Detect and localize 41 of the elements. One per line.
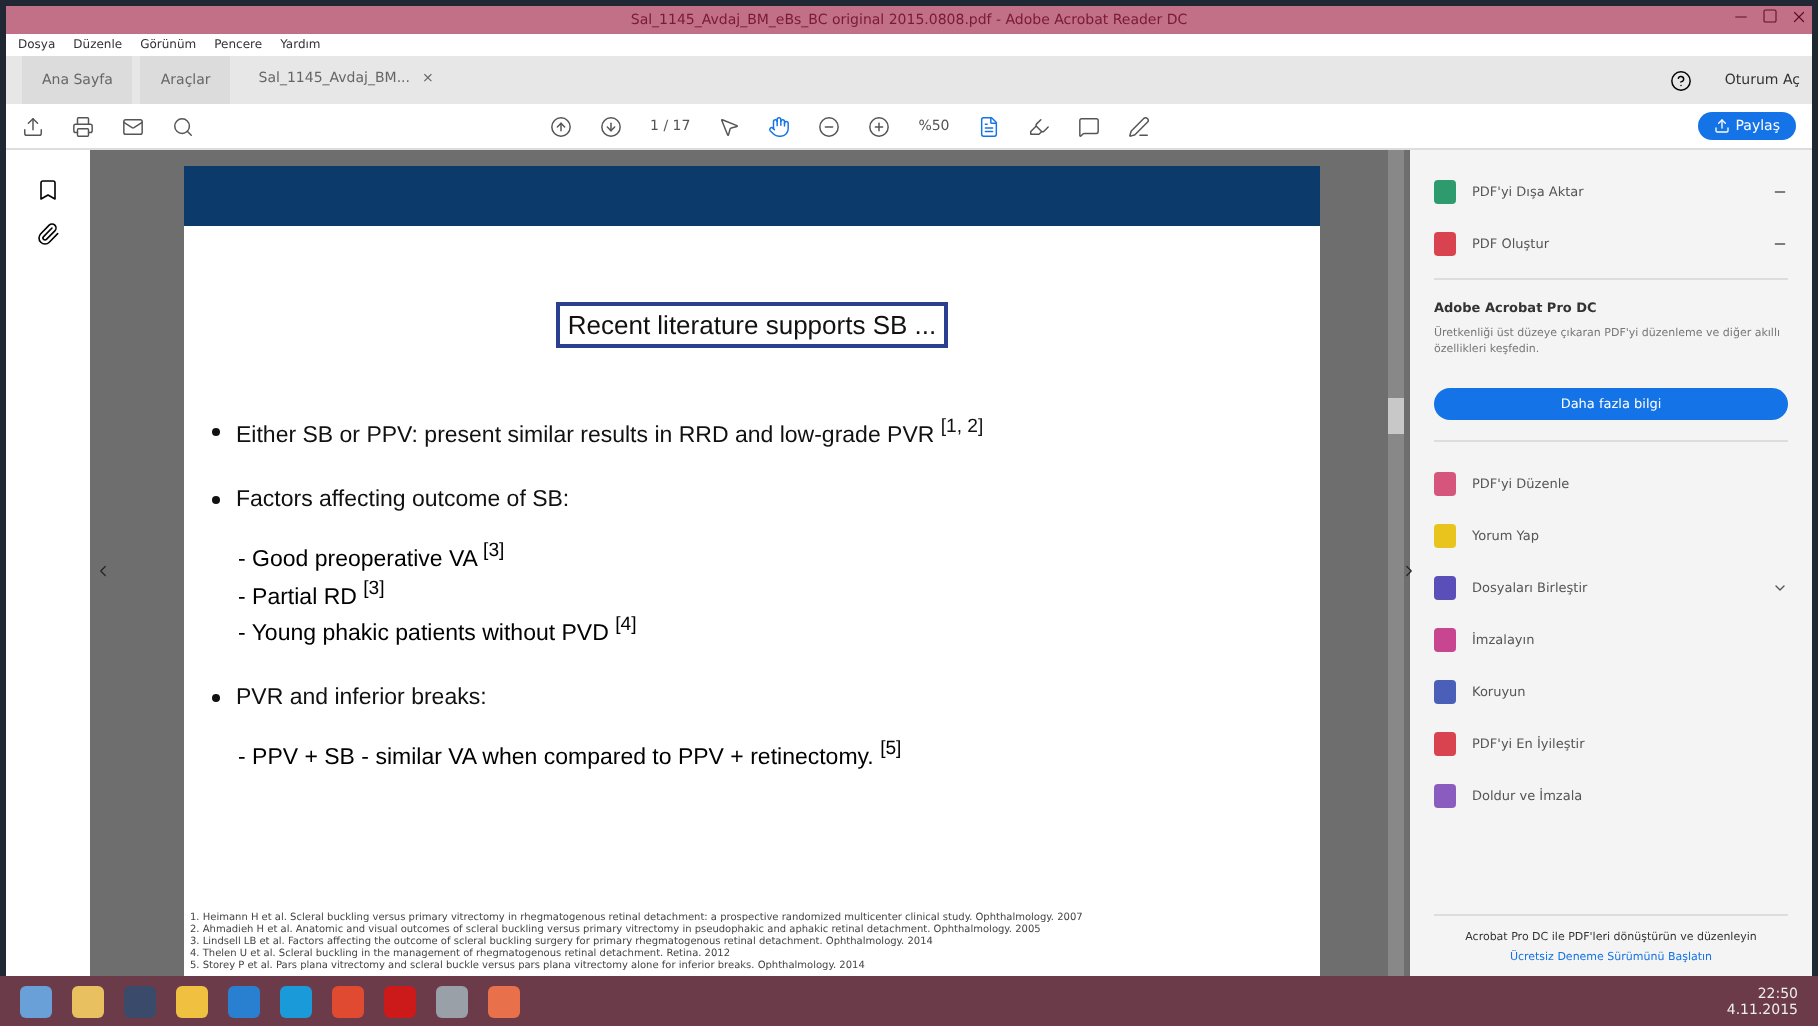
pen-icon[interactable] xyxy=(1127,115,1150,137)
next-page-icon[interactable] xyxy=(600,115,622,137)
comment-icon[interactable] xyxy=(1077,115,1100,137)
zoom-in-icon[interactable] xyxy=(868,115,891,137)
bullet-dot xyxy=(212,495,220,504)
chevron-icon[interactable] xyxy=(1772,580,1788,596)
pointer-icon[interactable] xyxy=(718,115,741,137)
hand-icon[interactable] xyxy=(768,115,791,137)
upload-icon[interactable] xyxy=(22,115,44,137)
sub-bullet-text: - Partial RD $^{[3]}$ xyxy=(236,577,387,609)
help-icon[interactable] xyxy=(1670,69,1693,91)
mail-icon[interactable] xyxy=(122,115,144,137)
attachment-icon[interactable] xyxy=(36,222,60,246)
bullet-dot xyxy=(212,427,220,436)
search-icon[interactable] xyxy=(172,115,194,137)
highlight-icon[interactable] xyxy=(1027,115,1050,137)
taskbar-app-icon[interactable] xyxy=(176,985,208,1017)
bullet-dot xyxy=(212,694,220,703)
slide-title: Recent literature supports SB ... xyxy=(555,302,949,348)
bookmark-icon[interactable] xyxy=(36,178,60,202)
sub-bullet-text: - PPV + SB - similar VA when compared to PPV + retinectomy. $^{[5]}$ xyxy=(236,738,904,771)
print-icon[interactable] xyxy=(72,115,94,137)
taskbar-app-icon[interactable] xyxy=(488,985,520,1017)
bullet-text: PVR and inferior breaks: xyxy=(236,686,487,711)
scrollbar[interactable] xyxy=(1388,150,1404,976)
close-icon[interactable] xyxy=(1790,8,1808,26)
zoom-out-icon[interactable] xyxy=(818,115,841,137)
collapse-icon[interactable] xyxy=(94,562,112,580)
previous-page-icon[interactable] xyxy=(550,115,572,137)
bullet-text: Either SB or PPV: present similar results in RRD and low-grade PVR $^{[1, 2]}$ xyxy=(236,416,984,448)
taskbar-app-icon[interactable] xyxy=(436,985,468,1017)
taskbar-app-icon[interactable] xyxy=(20,985,52,1017)
taskbar-app-icon[interactable] xyxy=(280,985,312,1017)
taskbar-app-icon[interactable] xyxy=(72,985,104,1017)
expand-icon[interactable] xyxy=(1400,562,1418,580)
bullet-text: Factors affecting outcome of SB: xyxy=(236,487,570,512)
share-icon xyxy=(1713,118,1730,134)
page-view-icon[interactable] xyxy=(977,115,1000,137)
scroll-thumb[interactable] xyxy=(1388,398,1404,434)
sub-bullet-text: - Good preoperative VA $^{[3]}$ xyxy=(236,539,507,572)
sub-bullet-text: - Young phakic patients without PVD $^{[4]}$ xyxy=(236,614,639,647)
